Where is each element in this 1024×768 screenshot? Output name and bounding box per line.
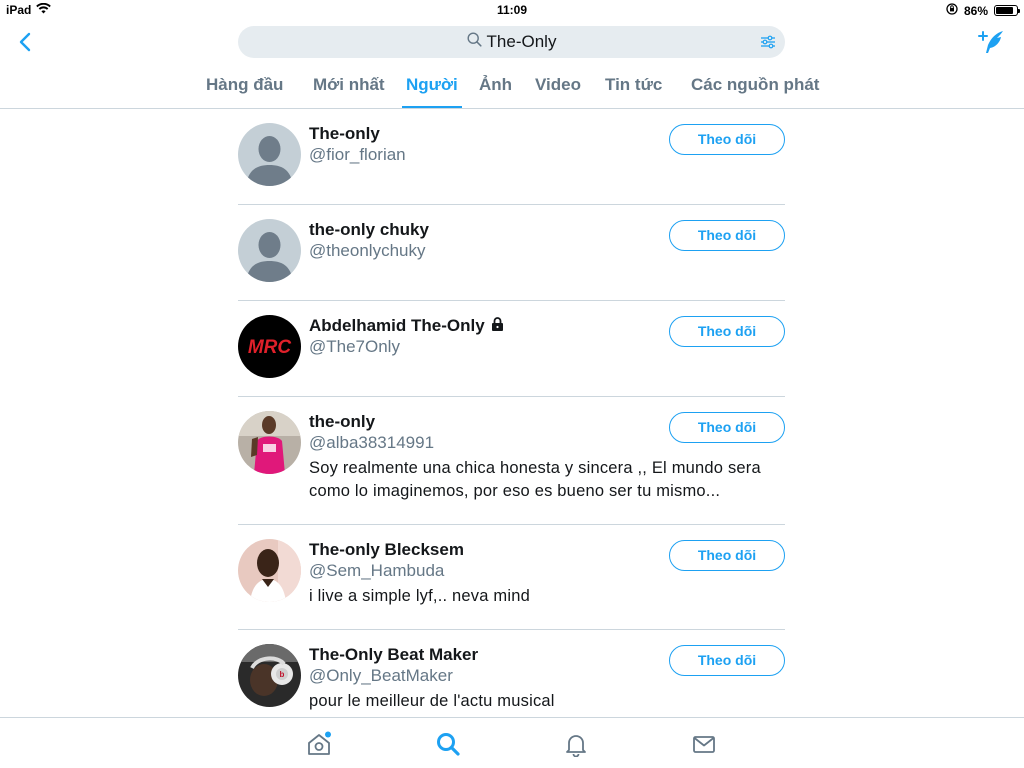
follow-button[interactable]: Theo dõi — [669, 412, 785, 443]
user-name: The-Only Beat Maker — [309, 645, 479, 664]
battery-percent: 86% — [963, 3, 988, 18]
user-handle: @fior_florian — [309, 145, 406, 164]
bottom-tab-bar — [0, 717, 1024, 768]
user-row[interactable]: MRC Abdelhamid The-Only @The7Only Theo d… — [238, 301, 785, 397]
svg-text:b: b — [280, 670, 285, 679]
user-row[interactable]: the-only @alba38314991 Soy realmente una… — [238, 397, 785, 525]
user-bio: i live a simple lyf,.. neva mind — [309, 587, 530, 605]
profile-photo: b — [238, 644, 301, 707]
search-tab[interactable] — [435, 731, 461, 757]
user-row[interactable]: b The-Only Beat Maker @Only_BeatMaker po… — [238, 630, 785, 717]
search-tabs: Hàng đầu Mới nhất Người Ảnh Video Tin tứ… — [0, 62, 1024, 108]
follow-button[interactable]: Theo dõi — [669, 540, 785, 571]
filter-sliders-icon[interactable] — [759, 34, 777, 50]
user-handle: @alba38314991 — [309, 433, 435, 452]
user-row[interactable]: the-only chuky @theonlychuky Theo dõi — [238, 205, 785, 301]
follow-button[interactable]: Theo dõi — [669, 220, 785, 251]
default-avatar-icon — [238, 219, 301, 282]
home-tab[interactable] — [306, 731, 332, 757]
user-handle: @Sem_Hambuda — [309, 561, 445, 580]
search-bar[interactable]: The-Only — [238, 26, 785, 58]
compose-tweet-button[interactable] — [978, 29, 1006, 55]
user-name: Abdelhamid The-Only — [309, 316, 485, 335]
notification-dot — [325, 731, 331, 738]
user-name: the-only — [309, 412, 376, 431]
battery-icon — [994, 5, 1020, 16]
lock-icon — [491, 315, 504, 336]
tab-broadcasts[interactable]: Các nguồn phát — [691, 62, 819, 108]
avatar-logo-text: MRC — [248, 337, 292, 358]
status-bar: iPad 11:09 86% — [0, 0, 1024, 20]
home-icon — [308, 731, 331, 755]
mrc-logo-avatar: MRC — [238, 315, 301, 378]
avatar[interactable]: b — [238, 644, 301, 707]
messages-tab[interactable] — [691, 731, 717, 757]
compose-tweet-icon — [978, 31, 1003, 53]
search-icon — [437, 733, 460, 756]
user-row[interactable]: The-only Blecksem @Sem_Hambuda i live a … — [238, 525, 785, 630]
avatar[interactable]: MRC — [238, 315, 301, 378]
user-handle: @The7Only — [309, 337, 400, 356]
avatar[interactable] — [238, 219, 301, 282]
chevron-left-icon — [19, 32, 31, 52]
search-icon — [467, 32, 482, 52]
user-bio: Soy realmente una chica honesta y sincer… — [309, 459, 761, 500]
avatar[interactable] — [238, 411, 301, 474]
follow-button[interactable]: Theo dõi — [669, 124, 785, 155]
notifications-bell-icon — [566, 735, 586, 758]
tab-news[interactable]: Tin tức — [605, 62, 662, 108]
default-avatar-icon — [238, 123, 301, 186]
avatar[interactable] — [238, 123, 301, 186]
messages-envelope-icon — [693, 736, 715, 753]
profile-photo — [238, 539, 301, 602]
orientation-lock-icon — [946, 3, 958, 18]
tab-top[interactable]: Hàng đầu — [206, 62, 283, 108]
notifications-tab[interactable] — [563, 731, 589, 758]
tab-people[interactable]: Người — [402, 62, 462, 108]
user-name: The-only Blecksem — [309, 540, 464, 559]
tab-latest[interactable]: Mới nhất — [313, 62, 385, 108]
user-handle: @theonlychuky — [309, 241, 426, 260]
user-name: the-only chuky — [309, 220, 429, 239]
avatar[interactable] — [238, 539, 301, 602]
profile-photo — [238, 411, 301, 474]
people-results-list: The-only @fior_florian Theo dõi the-only… — [238, 109, 785, 717]
user-name: The-only — [309, 124, 380, 143]
follow-button[interactable]: Theo dõi — [669, 645, 785, 676]
user-bio: pour le meilleur de l'actu musical — [309, 692, 555, 710]
tab-photos[interactable]: Ảnh — [479, 62, 512, 108]
follow-button[interactable]: Theo dõi — [669, 316, 785, 347]
user-row[interactable]: The-only @fior_florian Theo dõi — [238, 109, 785, 205]
clock: 11:09 — [496, 3, 528, 17]
tab-videos[interactable]: Video — [535, 62, 581, 108]
user-handle: @Only_BeatMaker — [309, 666, 453, 685]
back-button[interactable] — [14, 30, 36, 54]
search-query[interactable]: The-Only — [487, 32, 557, 52]
